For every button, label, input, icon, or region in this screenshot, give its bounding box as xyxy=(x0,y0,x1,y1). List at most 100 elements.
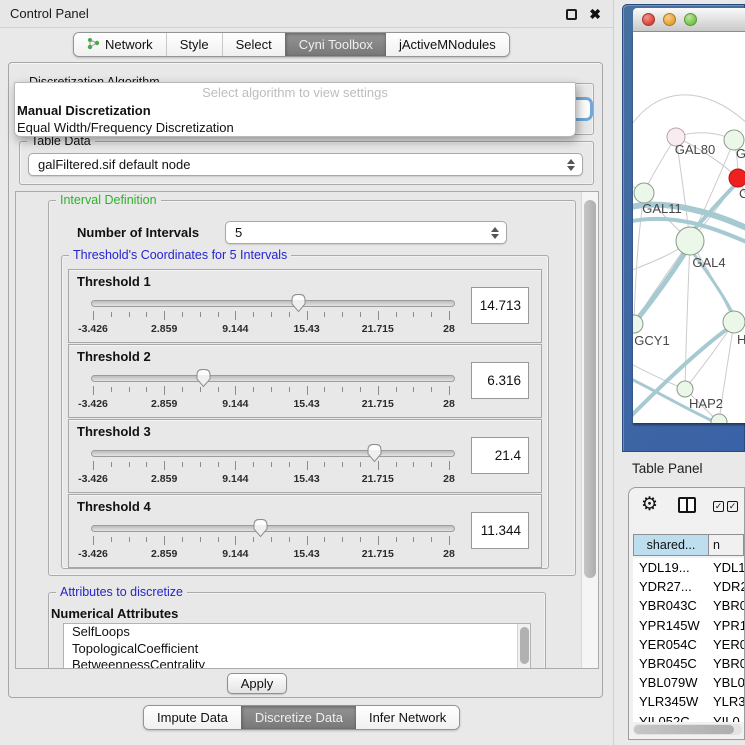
number-of-intervals-value: 5 xyxy=(235,222,242,243)
network-node-label: H xyxy=(737,332,745,347)
network-canvas[interactable]: GAL80GACGAL11GAL4GCY1HHAP2 xyxy=(633,32,745,423)
network-node-gal4[interactable] xyxy=(676,227,704,255)
settings-vertical-scrollbar[interactable] xyxy=(581,192,598,668)
slider-track[interactable] xyxy=(91,300,455,307)
tab-cyni-toolbox[interactable]: Cyni Toolbox xyxy=(285,33,386,56)
list-scrollbar[interactable] xyxy=(517,624,530,668)
numerical-attributes-list[interactable]: SelfLoopsTopologicalCoefficientBetweenne… xyxy=(63,623,531,669)
attribute-list-item[interactable]: TopologicalCoefficient xyxy=(64,641,530,658)
attribute-list-item[interactable]: SelfLoops xyxy=(64,624,530,641)
checkbox-icon[interactable] xyxy=(727,501,738,512)
network-node-c[interactable] xyxy=(729,169,745,187)
network-node-label: GAL80 xyxy=(675,142,715,157)
slider-thumb[interactable] xyxy=(195,368,212,388)
network-node[interactable] xyxy=(711,414,727,423)
threshold-slider[interactable]: -3.4262.8599.14415.4321.71528 xyxy=(91,292,455,342)
tab-discretize-data[interactable]: Discretize Data xyxy=(241,706,356,729)
slider-tick xyxy=(324,387,325,392)
slider-tick xyxy=(93,536,94,545)
slider-tick xyxy=(93,461,94,470)
control-panel-tabbar: Network Style SelectCyni ToolboxjActiveMNo… xyxy=(73,32,510,57)
table-row[interactable]: YDL19...YDL1 xyxy=(633,558,744,577)
checkbox-icon[interactable] xyxy=(713,501,724,512)
float-window-icon[interactable] xyxy=(566,9,577,20)
minimize-traffic-light-icon[interactable] xyxy=(663,13,676,26)
tab-label: Infer Network xyxy=(369,710,446,725)
table-row[interactable]: YIL052CYIL0 xyxy=(633,712,744,723)
table-cell: YIL052C xyxy=(633,712,709,723)
apply-button[interactable]: Apply xyxy=(227,673,287,694)
close-icon[interactable]: ✖ xyxy=(589,5,601,23)
slider-thumb[interactable] xyxy=(366,443,383,463)
tab-impute-data[interactable]: Impute Data xyxy=(144,706,241,729)
cyni-toolbox-panel: Discretization Algorithm Table Data galF… xyxy=(8,62,603,698)
network-node-gal11[interactable] xyxy=(634,183,654,203)
network-edge[interactable] xyxy=(685,241,690,389)
gear-icon[interactable]: ⚙ xyxy=(641,493,658,517)
threshold-value-box[interactable]: 11.344 xyxy=(471,512,529,549)
network-node-label: HAP2 xyxy=(689,396,723,411)
slider-track[interactable] xyxy=(91,525,455,532)
zoom-traffic-light-icon[interactable] xyxy=(684,13,697,26)
algorithm-option-manual-discretization[interactable]: Manual Discretization xyxy=(15,102,575,119)
tab-infer-network[interactable]: Infer Network xyxy=(356,706,459,729)
slider-thumb[interactable] xyxy=(252,518,269,538)
close-traffic-light-icon[interactable] xyxy=(642,13,655,26)
slider-tick xyxy=(396,387,397,392)
slider-track[interactable] xyxy=(91,375,455,382)
table-row[interactable]: YLR345WYLR3 xyxy=(633,692,744,711)
threshold-slider[interactable]: -3.4262.8599.14415.4321.71528 xyxy=(91,442,455,492)
slider-tick xyxy=(360,387,361,392)
slider-tick xyxy=(235,386,236,395)
table-cell: YPR1 xyxy=(709,616,744,635)
table-row[interactable]: YPR145WYPR1 xyxy=(633,616,744,635)
algorithm-option-equal-width-frequency-discretization[interactable]: Equal Width/Frequency Discretization xyxy=(15,119,575,136)
slider-tick xyxy=(93,386,94,395)
number-of-intervals-combobox[interactable]: 5 xyxy=(225,221,507,244)
table-cell: YDL1 xyxy=(709,558,744,577)
slider-tick xyxy=(449,386,450,395)
slider-thumb[interactable] xyxy=(290,293,307,313)
slider-tick xyxy=(324,462,325,467)
threshold-value-box[interactable]: 21.4 xyxy=(471,437,529,474)
column-header-n[interactable]: n xyxy=(709,534,744,556)
column-header-shared-[interactable]: shared... xyxy=(633,534,709,556)
tab-select[interactable]: Select xyxy=(222,33,285,56)
tab-label: Discretize Data xyxy=(255,710,343,725)
tab-label: Style xyxy=(180,37,209,52)
control-panel-titlebar[interactable]: Control Panel ✖ xyxy=(0,0,613,28)
threshold-value-box[interactable]: 6.316 xyxy=(471,362,529,399)
table-row[interactable]: YBR045CYBR0 xyxy=(633,654,744,673)
table-header-row: shared...n xyxy=(633,534,744,556)
slider-tick xyxy=(360,537,361,542)
scrollbar-thumb[interactable] xyxy=(584,200,596,578)
threshold-value-box[interactable]: 14.713 xyxy=(471,287,529,324)
network-node-hap2[interactable] xyxy=(677,381,693,397)
table-row[interactable]: YBL079WYBL0 xyxy=(633,673,744,692)
table-data-combobox[interactable]: galFiltered.sif default node xyxy=(28,153,583,176)
slider-tick xyxy=(129,462,130,467)
tab-style[interactable]: Style xyxy=(166,33,222,56)
threshold-label: Threshold 2 xyxy=(77,349,151,364)
slider-tick-label: 9.144 xyxy=(212,473,258,485)
tab-jactivemnodules[interactable]: jActiveMNodules xyxy=(386,33,509,56)
slider-tick-label: 28 xyxy=(426,398,472,410)
slider-track[interactable] xyxy=(91,450,455,457)
threshold-slider[interactable]: -3.4262.8599.14415.4321.71528 xyxy=(91,367,455,417)
settings-scroll-area: Interval Definition Number of Intervals … xyxy=(15,191,599,669)
tab-network[interactable]: Network xyxy=(74,33,166,56)
network-edge[interactable] xyxy=(633,95,745,132)
threshold-slider[interactable]: -3.4262.8599.14415.4321.71528 xyxy=(91,517,455,567)
attribute-list-item[interactable]: BetweennessCentrality xyxy=(64,657,530,669)
scrollbar-thumb[interactable] xyxy=(634,725,734,734)
table-horizontal-scrollbar[interactable] xyxy=(633,724,742,735)
table-row[interactable]: YBR043CYBR0 xyxy=(633,596,744,615)
network-node-h[interactable] xyxy=(723,311,745,333)
network-window-titlebar[interactable] xyxy=(633,8,745,32)
table-row[interactable]: YDR27...YDR2 xyxy=(633,577,744,596)
panel-divider[interactable] xyxy=(613,0,614,745)
split-column-icon[interactable] xyxy=(678,497,696,513)
slider-tick xyxy=(164,461,165,470)
table-row[interactable]: YER054CYER0 xyxy=(633,635,744,654)
slider-tick xyxy=(164,536,165,545)
